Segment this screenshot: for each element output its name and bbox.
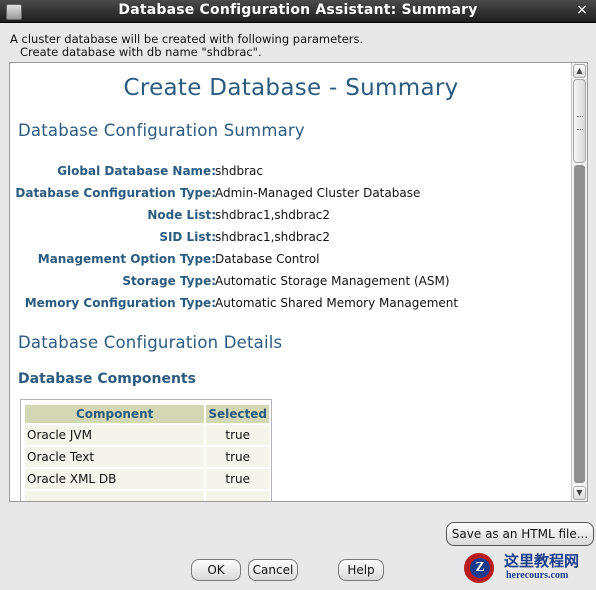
selected-cell: true — [206, 469, 269, 489]
page-title: Create Database - Summary — [123, 75, 459, 101]
intro-text: A cluster database will be created with … — [10, 33, 363, 59]
component-cell: Oracle XML DB — [25, 469, 205, 489]
close-icon[interactable]: × — [574, 2, 590, 18]
table-header-row: Component Selected — [25, 405, 269, 423]
field-value: Automatic Shared Memory Management — [215, 296, 459, 310]
vertical-scrollbar[interactable]: ▲ ▼ — [571, 63, 587, 501]
field-sid-list: SID List: shdbrac1,shdbrac2 — [10, 230, 572, 248]
component-cell: Oracle JVM — [25, 425, 205, 445]
selected-cell-empty — [206, 491, 269, 501]
field-label: Management Option Type: — [37, 252, 216, 266]
scroll-down-arrow-icon[interactable]: ▼ — [573, 486, 586, 500]
summary-section-heading: Database Configuration Summary — [18, 121, 305, 140]
summary-content: Create Database - Summary Database Confi… — [10, 63, 572, 501]
field-database-configuration-type: Database Configuration Type: Admin-Manag… — [10, 186, 572, 204]
field-management-option-type: Management Option Type: Database Control — [10, 252, 572, 270]
field-value: shdbrac1,shdbrac2 — [215, 230, 331, 244]
components-heading: Database Components — [18, 371, 196, 387]
details-section-heading: Database Configuration Details — [18, 333, 283, 352]
save-as-html-button[interactable]: Save as an HTML file... — [446, 522, 594, 546]
summary-panel: Create Database - Summary Database Confi… — [9, 62, 588, 502]
field-node-list: Node List: shdbrac1,shdbrac2 — [10, 208, 572, 226]
watermark-logo-icon: Z — [462, 551, 496, 585]
field-label: SID List: — [159, 230, 216, 244]
table-row: Oracle JVM true — [25, 425, 269, 445]
scrollbar-trough[interactable] — [574, 165, 585, 483]
component-cell: Oracle Text — [25, 447, 205, 467]
field-memory-configuration-type: Memory Configuration Type: Automatic Sha… — [10, 296, 572, 314]
field-value: Admin-Managed Cluster Database — [215, 186, 421, 200]
scroll-up-arrow-icon[interactable]: ▲ — [573, 64, 586, 78]
field-label: Database Configuration Type: — [15, 186, 216, 200]
window-title: Database Configuration Assistant: Summar… — [118, 2, 478, 18]
field-label: Storage Type: — [122, 274, 216, 288]
selected-cell: true — [206, 425, 269, 445]
field-value: shdbrac1,shdbrac2 — [215, 208, 331, 222]
component-cell-empty — [25, 491, 205, 501]
cancel-button[interactable]: Cancel — [248, 559, 298, 581]
table-row: Oracle Text true — [25, 447, 269, 467]
watermark: Z 这里教程网 herecours.com — [454, 548, 594, 588]
watermark-logo-letter: Z — [470, 558, 490, 578]
ok-button[interactable]: OK — [191, 559, 241, 581]
field-label: Node List: — [147, 208, 216, 222]
help-button[interactable]: Help — [338, 559, 384, 581]
column-header-component: Component — [25, 405, 205, 423]
field-label: Global Database Name: — [57, 164, 216, 178]
components-table: Component Selected Oracle JVM true Oracl… — [23, 403, 271, 501]
field-label: Memory Configuration Type: — [24, 296, 216, 310]
column-header-selected: Selected — [206, 405, 269, 423]
field-global-database-name: Global Database Name: shdbrac — [10, 164, 572, 182]
grip-icon — [577, 116, 583, 130]
table-row: Oracle XML DB true — [25, 469, 269, 489]
components-table-frame: Component Selected Oracle JVM true Oracl… — [20, 399, 272, 501]
field-storage-type: Storage Type: Automatic Storage Manageme… — [10, 274, 572, 292]
field-value: Database Control — [215, 252, 320, 266]
scrollbar-thumb[interactable] — [573, 79, 586, 163]
watermark-chinese-text: 这里教程网 — [504, 552, 580, 570]
field-value: Automatic Storage Management (ASM) — [215, 274, 450, 288]
table-row — [25, 491, 269, 501]
watermark-english-text: herecours.com — [506, 570, 569, 581]
title-bar: Database Configuration Assistant: Summar… — [0, 0, 596, 23]
field-value: shdbrac — [215, 164, 263, 178]
selected-cell: true — [206, 447, 269, 467]
intro-line-2: Create database with db name "shdbrac". — [20, 45, 262, 59]
